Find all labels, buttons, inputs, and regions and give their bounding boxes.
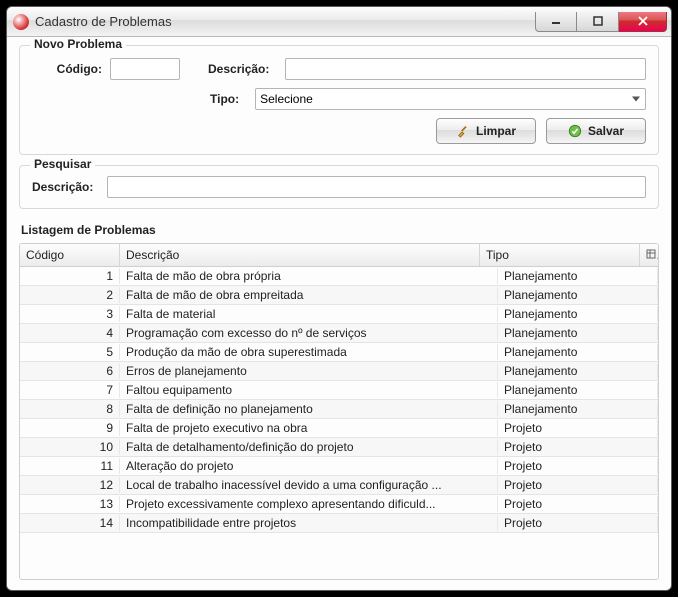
select-tipo[interactable]: Selecione [255,88,646,110]
cell-tipo: Projeto [498,439,658,455]
save-button-label: Salvar [588,124,624,138]
label-pesq-descricao: Descrição: [32,180,93,194]
table-row[interactable]: 8Falta de definição no planejamentoPlane… [20,400,658,419]
app-icon [13,14,29,30]
table-row[interactable]: 9Falta de projeto executivo na obraProje… [20,419,658,438]
table-row[interactable]: 5Produção da mão de obra superestimadaPl… [20,343,658,362]
cell-descricao: Programação com excesso do nº de serviço… [120,325,498,341]
cell-descricao: Alteração do projeto [120,458,498,474]
window-title: Cadastro de Problemas [35,14,535,29]
cell-tipo: Planejamento [498,344,658,360]
table-row[interactable]: 7Faltou equipamentoPlanejamento [20,381,658,400]
cell-tipo: Planejamento [498,382,658,398]
legend-pesquisar: Pesquisar [30,157,95,171]
clear-button-label: Limpar [476,124,516,138]
table-row[interactable]: 11Alteração do projetoProjeto [20,457,658,476]
label-listagem: Listagem de Problemas [21,223,659,237]
cell-codigo: 5 [20,344,120,360]
label-tipo: Tipo: [210,92,239,106]
input-codigo[interactable] [110,58,180,80]
legend-novo: Novo Problema [30,37,126,51]
col-descricao[interactable]: Descrição [120,244,480,266]
cell-tipo: Planejamento [498,363,658,379]
table-row[interactable]: 12Local de trabalho inacessível devido a… [20,476,658,495]
table-header: Código Descrição Tipo [20,244,658,267]
input-descricao[interactable] [285,58,646,80]
cell-tipo: Projeto [498,420,658,436]
col-tipo[interactable]: Tipo [480,244,640,266]
cell-codigo: 6 [20,363,120,379]
cell-tipo: Planejamento [498,325,658,341]
cell-tipo: Projeto [498,458,658,474]
col-codigo[interactable]: Código [20,244,120,266]
cell-descricao: Falta de material [120,306,498,322]
minimize-button[interactable] [535,12,577,32]
cell-descricao: Falta de projeto executivo na obra [120,420,498,436]
cell-codigo: 14 [20,515,120,531]
table-row[interactable]: 13Projeto excessivamente complexo aprese… [20,495,658,514]
cell-codigo: 11 [20,458,120,474]
cell-tipo: Planejamento [498,268,658,284]
table-body[interactable]: 1Falta de mão de obra própriaPlanejament… [20,267,658,579]
cell-descricao: Erros de planejamento [120,363,498,379]
cell-descricao: Falta de detalhamento/definição do proje… [120,439,498,455]
cell-descricao: Local de trabalho inacessível devido a u… [120,477,498,493]
cell-descricao: Incompatibilidade entre projetos [120,515,498,531]
maximize-button[interactable] [577,12,619,32]
table-problemas: Código Descrição Tipo 1Falta de mão de o… [19,243,659,580]
cell-codigo: 3 [20,306,120,322]
cell-codigo: 7 [20,382,120,398]
table-row[interactable]: 14Incompatibilidade entre projetosProjet… [20,514,658,533]
cell-codigo: 13 [20,496,120,512]
column-picker[interactable] [640,244,658,266]
column-picker-icon [646,249,656,259]
cell-descricao: Falta de mão de obra empreitada [120,287,498,303]
input-pesq-descricao[interactable] [107,176,646,198]
cell-tipo: Planejamento [498,401,658,417]
cell-codigo: 4 [20,325,120,341]
cell-descricao: Produção da mão de obra superestimada [120,344,498,360]
cell-descricao: Falta de definição no planejamento [120,401,498,417]
group-pesquisar: Pesquisar Descrição: [19,165,659,209]
cell-codigo: 1 [20,268,120,284]
group-novo-problema: Novo Problema Código: Descrição: Tipo: S… [19,45,659,155]
label-codigo: Código: [32,62,102,76]
maximize-icon [593,16,603,26]
broom-icon [456,124,470,138]
minimize-icon [551,16,561,26]
table-row[interactable]: 3Falta de materialPlanejamento [20,305,658,324]
save-button[interactable]: Salvar [546,118,646,144]
close-icon [638,16,648,26]
cell-descricao: Faltou equipamento [120,382,498,398]
table-row[interactable]: 2Falta de mão de obra empreitadaPlanejam… [20,286,658,305]
cell-descricao: Projeto excessivamente complexo apresent… [120,496,498,512]
label-descricao: Descrição: [208,62,269,76]
table-row[interactable]: 6Erros de planejamentoPlanejamento [20,362,658,381]
table-row[interactable]: 4Programação com excesso do nº de serviç… [20,324,658,343]
check-circle-icon [568,124,582,138]
cell-codigo: 12 [20,477,120,493]
cell-tipo: Planejamento [498,287,658,303]
cell-codigo: 8 [20,401,120,417]
clear-button[interactable]: Limpar [436,118,536,144]
titlebar[interactable]: Cadastro de Problemas [7,7,671,37]
cell-codigo: 10 [20,439,120,455]
table-row[interactable]: 1Falta de mão de obra própriaPlanejament… [20,267,658,286]
cell-tipo: Projeto [498,477,658,493]
cell-tipo: Projeto [498,515,658,531]
cell-tipo: Planejamento [498,306,658,322]
window-controls [535,12,667,32]
table-row[interactable]: 10Falta de detalhamento/definição do pro… [20,438,658,457]
client-area: Novo Problema Código: Descrição: Tipo: S… [7,37,671,590]
cell-codigo: 9 [20,420,120,436]
cell-descricao: Falta de mão de obra própria [120,268,498,284]
cell-codigo: 2 [20,287,120,303]
app-window: Cadastro de Problemas Novo Problema Códi… [6,6,672,591]
close-button[interactable] [619,12,667,32]
cell-tipo: Projeto [498,496,658,512]
